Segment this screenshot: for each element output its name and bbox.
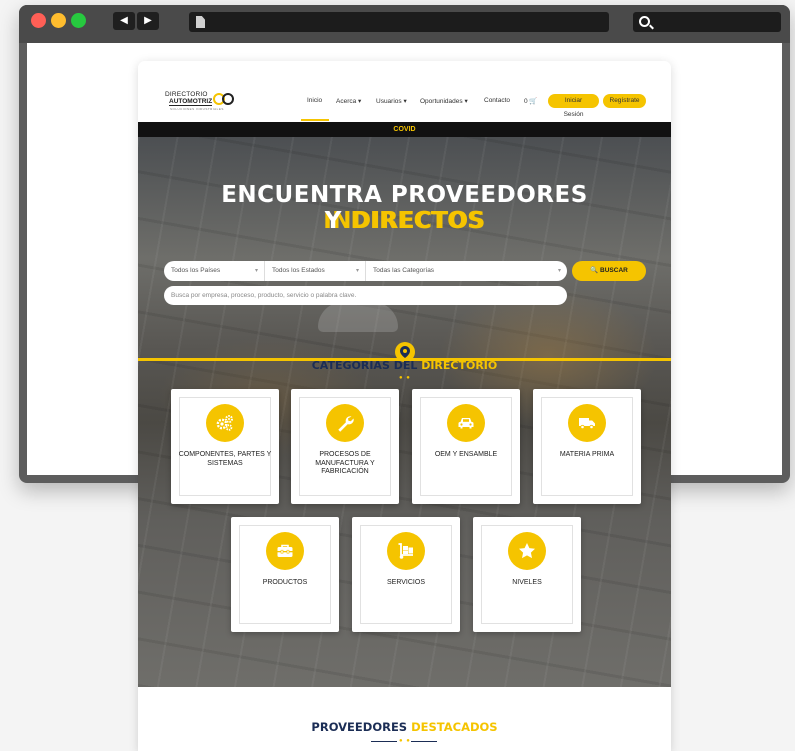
- category-card-materia-prima[interactable]: MATERIA PRIMA: [533, 389, 641, 504]
- address-bar[interactable]: [189, 12, 609, 32]
- search-button[interactable]: 🔍 BUSCAR: [572, 261, 646, 281]
- chevron-down-icon: ▾: [254, 268, 258, 274]
- minimize-window-button[interactable]: [51, 13, 66, 28]
- featured-section: PROVEEDORES DESTACADOS ● ●: [138, 687, 671, 751]
- toolbox-icon: [266, 532, 304, 570]
- browser-search-field[interactable]: [633, 12, 781, 32]
- nav-oportunidades[interactable]: Oportunidades ▾: [420, 97, 468, 105]
- nav-usuarios[interactable]: Usuarios ▾: [376, 97, 407, 105]
- covid-banner[interactable]: COVID: [138, 122, 671, 137]
- category-label: OEM Y ENSAMBLE: [434, 451, 498, 458]
- category-label: MATERIA PRIMA: [559, 451, 615, 458]
- site-header: DIRECTORIO AUTOMOTRIZ SOLUCIONES INDUSTR…: [138, 61, 671, 122]
- nav-acerca[interactable]: Acerca ▾: [336, 97, 361, 105]
- category-label: PRODUCTOS: [262, 579, 308, 586]
- category-card-niveles[interactable]: NIVELES: [473, 517, 581, 632]
- wrench-icon: [326, 404, 364, 442]
- featured-title-yellow: DESTACADOS: [411, 720, 498, 734]
- category-card-oem[interactable]: OEM Y ENSAMBLE: [412, 389, 520, 504]
- cart-link[interactable]: 0 🛒: [524, 97, 538, 105]
- state-select-value: Todos los Estados: [272, 267, 325, 274]
- decoration-dots: ● ●: [399, 738, 411, 744]
- country-select[interactable]: Todos los Países ▾: [164, 261, 264, 281]
- gears-icon: [206, 404, 244, 442]
- hero-title-white: Y: [324, 208, 351, 234]
- hero-background-car: [318, 302, 398, 332]
- category-card-procesos[interactable]: PROCESOS DE MANUFACTURA Y FABRICACIÓN: [291, 389, 399, 504]
- hero-title-white: ENCUENTRA PROVEEDORES: [221, 182, 588, 208]
- nav-contacto[interactable]: Contacto: [484, 97, 510, 104]
- categories-title-yellow: DIRECTORIO: [421, 359, 498, 372]
- title-decoration: ● ●: [399, 375, 411, 381]
- categories-title-navy: CATEGORIAS DEL: [311, 359, 422, 372]
- category-label: PROCESOS DE MANUFACTURA Y FABRICACIÓN: [315, 451, 375, 475]
- truck-icon: [568, 404, 606, 442]
- title-decoration: ● ●: [371, 738, 437, 746]
- decoration-line: [411, 741, 437, 742]
- logo-ring-icon: [222, 93, 234, 105]
- hero-title-yellow: DIRECTOS: [350, 208, 485, 234]
- browser-toolbar: ◀ ▶: [19, 5, 790, 43]
- category-card-productos[interactable]: PRODUCTOS: [231, 517, 339, 632]
- category-select-value: Todas las Categorías: [373, 267, 435, 274]
- nav-inicio[interactable]: Inicio: [307, 97, 322, 104]
- category-label: NIVELES: [512, 579, 542, 586]
- close-window-button[interactable]: [31, 13, 46, 28]
- country-select-value: Todos los Países: [171, 267, 221, 274]
- car-icon: [447, 404, 485, 442]
- logo-line1: DIRECTORIO: [165, 91, 208, 98]
- decoration-line: [371, 741, 397, 742]
- page-icon: [196, 16, 205, 28]
- category-card-componentes[interactable]: COMPONENTES, PARTES Y SISTEMAS: [171, 389, 279, 504]
- category-card-servicios[interactable]: SERVICIOS: [352, 517, 460, 632]
- hero-title-line2: Y DIRECTOS: [138, 208, 671, 234]
- chevron-down-icon: ▾: [557, 268, 561, 274]
- featured-title: PROVEEDORES DESTACADOS: [138, 720, 671, 734]
- forward-button[interactable]: ▶: [137, 12, 159, 30]
- login-button[interactable]: Iniciar Sesión: [548, 94, 599, 118]
- search-icon: [639, 16, 650, 27]
- keyword-search-input[interactable]: [164, 286, 567, 305]
- website: DIRECTORIO AUTOMOTRIZ SOLUCIONES INDUSTR…: [138, 61, 671, 751]
- back-button[interactable]: ◀: [113, 12, 135, 30]
- chevron-down-icon: ▾: [355, 268, 359, 274]
- nav-active-indicator: [301, 119, 329, 121]
- logo[interactable]: DIRECTORIO AUTOMOTRIZ SOLUCIONES INDUSTR…: [165, 91, 235, 113]
- register-button[interactable]: Regístrate: [603, 94, 646, 108]
- state-select[interactable]: Todos los Estados ▾: [264, 261, 365, 281]
- dolly-icon: [387, 532, 425, 570]
- category-select[interactable]: Todas las Categorías ▾: [365, 261, 567, 281]
- featured-title-navy: PROVEEDORES: [311, 720, 412, 734]
- category-label: SERVICIOS: [387, 579, 425, 586]
- logo-line2: AUTOMOTRIZ: [169, 98, 213, 106]
- star-icon: [508, 532, 546, 570]
- maximize-window-button[interactable]: [71, 13, 86, 28]
- logo-line3: SOLUCIONES INDUSTRIALES: [170, 107, 224, 111]
- categories-title: CATEGORIAS DEL DIRECTORIO: [138, 359, 671, 372]
- hero-section: ENCUENTRA PROVEEDORES INDIRECTOS Y DIREC…: [138, 137, 671, 687]
- category-label: COMPONENTES, PARTES Y SISTEMAS: [178, 451, 272, 467]
